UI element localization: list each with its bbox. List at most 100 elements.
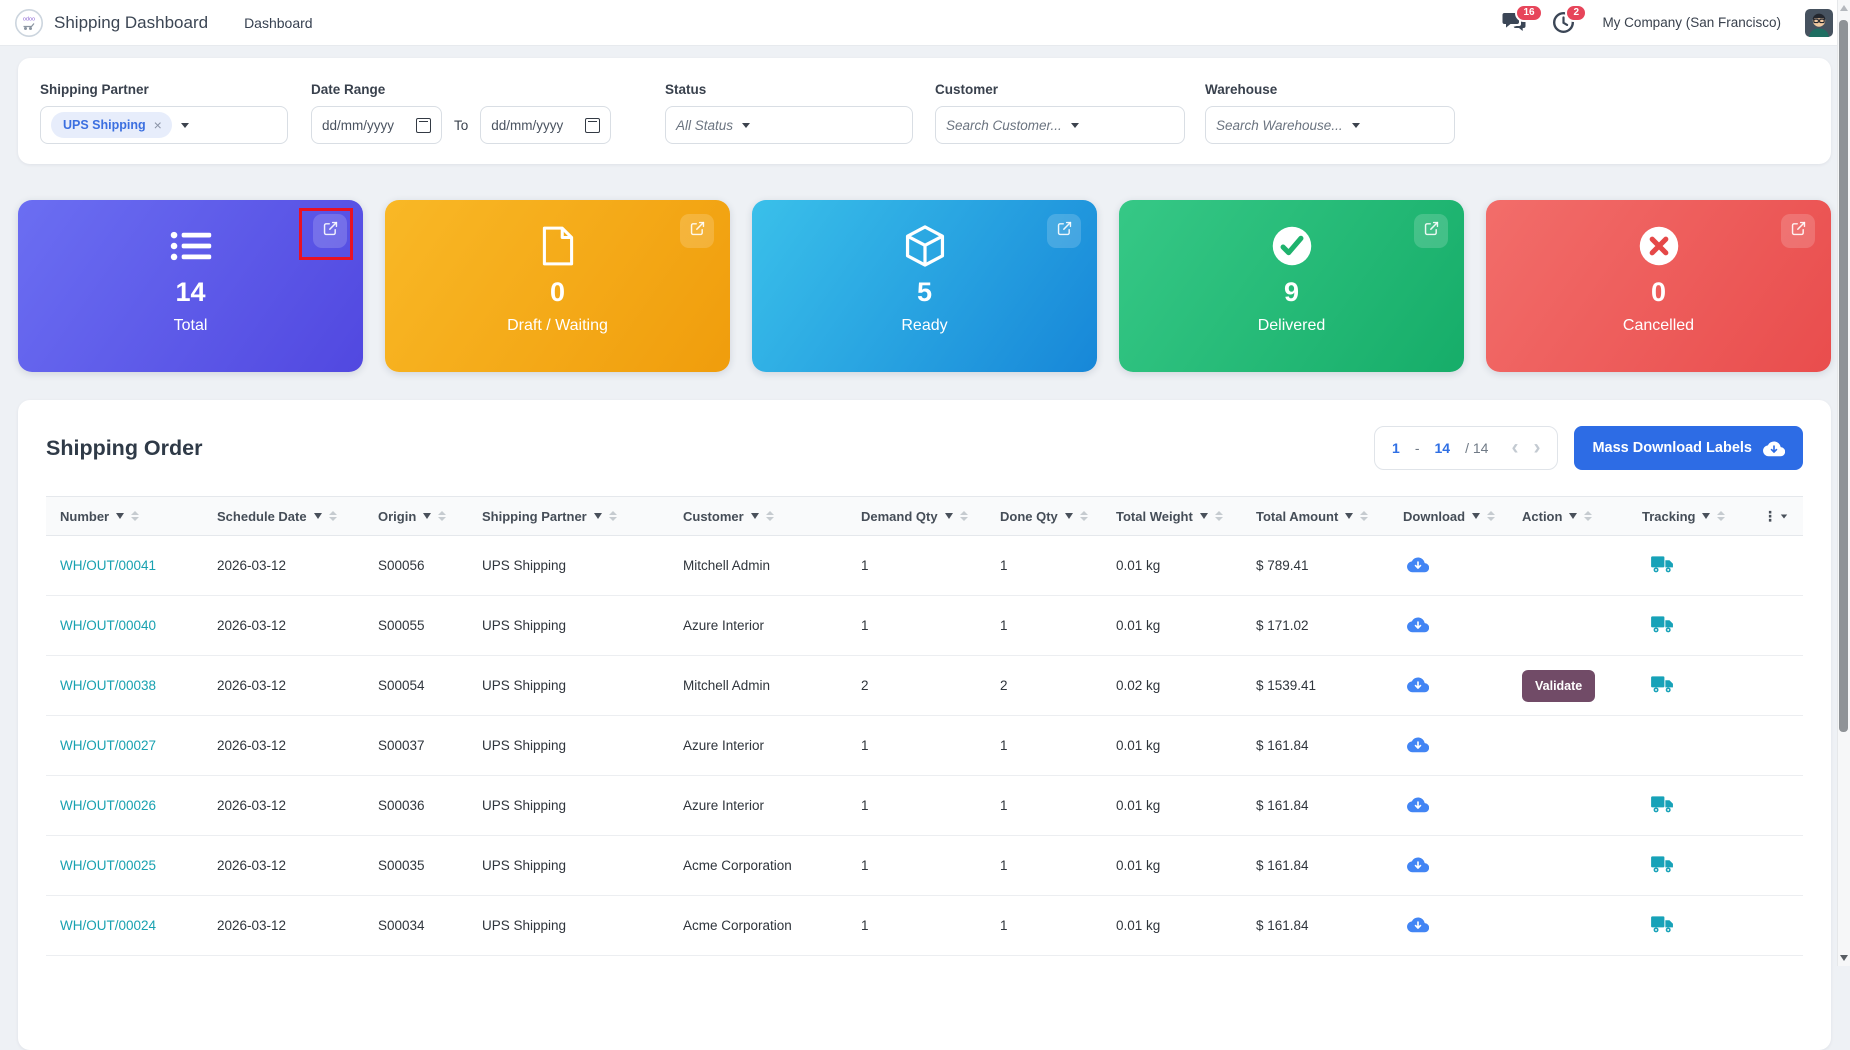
- stat-card-draft-waiting[interactable]: 0 Draft / Waiting: [385, 200, 730, 372]
- user-avatar[interactable]: [1805, 8, 1833, 37]
- scrollbar-thumb[interactable]: [1839, 20, 1848, 732]
- status-select[interactable]: All Status: [665, 106, 913, 144]
- tracking-button[interactable]: [1651, 675, 1674, 694]
- sort-icon: [765, 511, 774, 521]
- sort-desc-icon: [313, 513, 322, 519]
- open-external-button[interactable]: [1781, 214, 1815, 248]
- stat-value: 14: [175, 277, 206, 307]
- customer-select[interactable]: Search Customer...: [935, 106, 1185, 144]
- order-number-link[interactable]: WH/OUT/00025: [60, 858, 156, 873]
- open-external-button[interactable]: [680, 214, 714, 248]
- sort-icon: [1360, 511, 1369, 521]
- origin-cell: S00034: [378, 918, 425, 933]
- download-label-button[interactable]: [1407, 736, 1429, 753]
- order-number-link[interactable]: WH/OUT/00024: [60, 918, 156, 933]
- stat-cards: 14 Total 0 Draft / Waiting 5 Ready 9 Del…: [18, 200, 1831, 372]
- stat-card-cancelled[interactable]: 0 Cancelled: [1486, 200, 1831, 372]
- column-header[interactable]: Action: [1522, 509, 1642, 524]
- sort-icon: [1584, 511, 1593, 521]
- sort-desc-icon: [1064, 513, 1073, 519]
- date-from-input[interactable]: dd/mm/yyyy: [311, 106, 442, 144]
- page-end[interactable]: 14: [1435, 440, 1451, 456]
- download-label-button[interactable]: [1407, 856, 1429, 873]
- company-name[interactable]: My Company (San Francisco): [1602, 15, 1781, 30]
- download-label-button[interactable]: [1407, 676, 1429, 693]
- column-header[interactable]: Demand Qty: [861, 509, 1000, 524]
- order-number-link[interactable]: WH/OUT/00038: [60, 678, 156, 693]
- app-logo[interactable]: odoo: [14, 8, 44, 38]
- mass-download-labels-button[interactable]: Mass Download Labels: [1574, 426, 1803, 470]
- calendar-icon[interactable]: [585, 117, 601, 133]
- download-label-button[interactable]: [1407, 556, 1429, 573]
- pagination[interactable]: 1 - 14 / 14 ‹ ›: [1374, 426, 1559, 470]
- scroll-down-icon[interactable]: [1840, 955, 1848, 961]
- truck-icon: [1651, 615, 1674, 634]
- order-number-link[interactable]: WH/OUT/00040: [60, 618, 156, 633]
- table-row[interactable]: WH/OUT/00041 2026-03-12 S00056 UPS Shipp…: [46, 536, 1803, 596]
- file-icon: [541, 224, 575, 268]
- column-header[interactable]: Customer: [683, 509, 861, 524]
- open-external-button[interactable]: [313, 214, 347, 248]
- shipping-partner-tag[interactable]: UPS Shipping ×: [51, 112, 172, 138]
- list-icon: [170, 224, 212, 268]
- origin-cell: S00037: [378, 738, 425, 753]
- table-row[interactable]: WH/OUT/00025 2026-03-12 S00035 UPS Shipp…: [46, 836, 1803, 896]
- order-number-link[interactable]: WH/OUT/00026: [60, 798, 156, 813]
- tracking-button[interactable]: [1651, 615, 1674, 634]
- schedule-date-cell: 2026-03-12: [217, 918, 287, 933]
- open-external-button[interactable]: [1047, 214, 1081, 248]
- remove-tag-icon[interactable]: ×: [154, 117, 162, 133]
- nav-menu-dashboard[interactable]: Dashboard: [244, 15, 313, 31]
- column-header[interactable]: Origin: [378, 509, 482, 524]
- stat-card-delivered[interactable]: 9 Delivered: [1119, 200, 1464, 372]
- tracking-button[interactable]: [1651, 795, 1674, 814]
- column-header[interactable]: Number: [60, 509, 217, 524]
- activities-button[interactable]: 2: [1552, 3, 1587, 35]
- date-to-input[interactable]: dd/mm/yyyy: [480, 106, 612, 144]
- stat-card-ready[interactable]: 5 Ready: [752, 200, 1097, 372]
- sort-icon: [328, 511, 337, 521]
- download-label-button[interactable]: [1407, 616, 1429, 633]
- column-header[interactable]: Total Amount: [1256, 509, 1403, 524]
- sort-icon: [1487, 511, 1496, 521]
- table-row[interactable]: WH/OUT/00040 2026-03-12 S00055 UPS Shipp…: [46, 596, 1803, 656]
- tracking-button[interactable]: [1651, 855, 1674, 874]
- external-link-icon: [689, 220, 706, 242]
- cloud-download-icon: [1407, 676, 1429, 693]
- origin-cell: S00056: [378, 558, 425, 573]
- table-row[interactable]: WH/OUT/00024 2026-03-12 S00034 UPS Shipp…: [46, 896, 1803, 956]
- column-header[interactable]: Done Qty: [1000, 509, 1116, 524]
- sort-desc-icon: [944, 513, 953, 519]
- truck-icon: [1651, 855, 1674, 874]
- download-label-button[interactable]: [1407, 916, 1429, 933]
- order-number-link[interactable]: WH/OUT/00027: [60, 738, 156, 753]
- stat-label: Total: [173, 317, 208, 334]
- column-header[interactable]: Tracking: [1642, 509, 1763, 524]
- stat-card-total[interactable]: 14 Total: [18, 200, 363, 372]
- table-row[interactable]: WH/OUT/00038 2026-03-12 S00054 UPS Shipp…: [46, 656, 1803, 716]
- open-external-button[interactable]: [1414, 214, 1448, 248]
- page-start[interactable]: 1: [1392, 440, 1400, 456]
- warehouse-select[interactable]: Search Warehouse...: [1205, 106, 1455, 144]
- column-header[interactable]: Total Weight: [1116, 509, 1256, 524]
- cloud-download-icon: [1763, 440, 1785, 457]
- tracking-button[interactable]: [1651, 555, 1674, 574]
- customer-cell: Azure Interior: [683, 798, 765, 813]
- tracking-button[interactable]: [1651, 915, 1674, 934]
- validate-button[interactable]: Validate: [1522, 669, 1596, 702]
- calendar-icon[interactable]: [416, 117, 431, 133]
- order-number-link[interactable]: WH/OUT/00041: [60, 558, 156, 573]
- messages-button[interactable]: 16: [1502, 3, 1543, 35]
- column-header[interactable]: Shipping Partner: [482, 509, 683, 524]
- sort-icon: [959, 511, 968, 521]
- column-header[interactable]: Schedule Date: [217, 509, 378, 524]
- download-label-button[interactable]: [1407, 796, 1429, 813]
- table-row[interactable]: WH/OUT/00027 2026-03-12 S00037 UPS Shipp…: [46, 716, 1803, 776]
- page-scrollbar[interactable]: [1837, 0, 1850, 966]
- column-header[interactable]: Download: [1403, 509, 1522, 524]
- shipping-partner-select[interactable]: UPS Shipping ×: [40, 106, 288, 144]
- sort-desc-icon: [1702, 513, 1711, 519]
- scroll-up-icon[interactable]: [1840, 5, 1848, 11]
- table-row[interactable]: WH/OUT/00026 2026-03-12 S00036 UPS Shipp…: [46, 776, 1803, 836]
- column-options-button[interactable]: ⋮: [1763, 508, 1803, 525]
